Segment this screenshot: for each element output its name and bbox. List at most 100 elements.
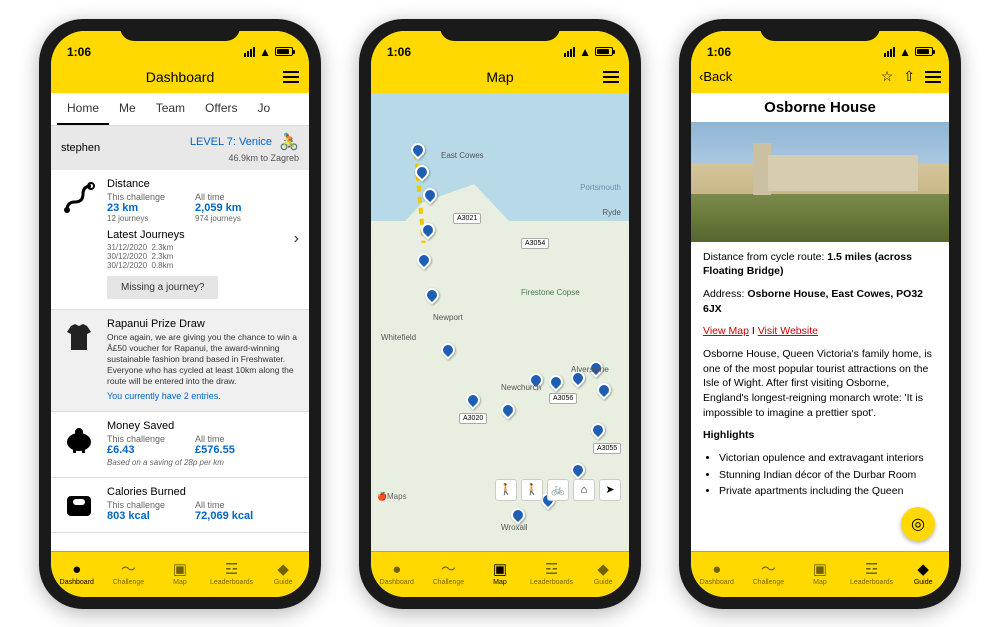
journey-row: 30/12/2020 2.3km <box>107 252 299 261</box>
star-icon[interactable]: ☆ <box>881 68 894 85</box>
tab-journeys[interactable]: Jo <box>248 93 281 125</box>
road-label: A3054 <box>521 238 549 249</box>
signal-icon <box>884 47 895 57</box>
nav-dashboard[interactable]: ●Dashboard <box>51 552 103 597</box>
top-bar: Map <box>371 61 629 93</box>
dashboard-content[interactable]: Distance This challenge 23 km 12 journey… <box>51 170 309 551</box>
nav-leaderboards[interactable]: ☲Leaderboards <box>846 552 898 597</box>
nav-challenge[interactable]: 〜Challenge <box>743 552 795 597</box>
visit-website-link[interactable]: Visit Website <box>758 325 818 337</box>
menu-icon[interactable] <box>925 71 941 83</box>
screen: 1:06 ▲ ‹Back ☆ ⇧ Osborne House Distance … <box>691 31 949 597</box>
place-label: Portsmouth <box>580 183 621 192</box>
back-button[interactable]: ‹Back <box>699 69 732 84</box>
nav-guide[interactable]: ◆Guide <box>577 552 629 597</box>
screen: 1:06 ▲ Map <box>371 31 629 597</box>
chart-icon: 〜 <box>121 562 136 577</box>
journey-row: 30/12/2020 0.8km <box>107 261 299 270</box>
guide-hero-image <box>691 122 949 242</box>
chevron-right-icon[interactable]: › <box>294 230 299 248</box>
nav-challenge[interactable]: 〜Challenge <box>423 552 475 597</box>
map-tool-walk[interactable]: 🚶 <box>521 479 543 501</box>
journey-row: 31/12/2020 2.3km <box>107 243 299 252</box>
map-tools: 🚶 🚶 🚲 ⌂ ➤ <box>495 479 621 501</box>
battery-icon <box>275 47 293 56</box>
tab-offers[interactable]: Offers <box>195 93 247 125</box>
latest-journeys: Latest Journeys 31/12/2020 2.3km 30/12/2… <box>107 229 299 270</box>
share-icon[interactable]: ⇧ <box>903 68 915 85</box>
route-icon <box>61 180 97 216</box>
nav-dashboard[interactable]: ●Dashboard <box>371 552 423 597</box>
menu-icon[interactable] <box>603 71 619 83</box>
prize-entries: You currently have 2 entries. <box>107 391 299 401</box>
nav-guide[interactable]: ◆Guide <box>257 552 309 597</box>
map-tool-bike[interactable]: 🚲 <box>547 479 569 501</box>
status-right: ▲ <box>244 45 293 59</box>
map-tool-locate[interactable]: ➤ <box>599 479 621 501</box>
nav-guide[interactable]: ◆Guide <box>897 552 949 597</box>
user-level: LEVEL 7: Venice 🚴 46.9km to Zagreb <box>190 132 299 164</box>
tshirt-icon <box>61 320 97 356</box>
guide-title: Osborne House <box>691 93 949 122</box>
wifi-icon: ▲ <box>899 45 911 59</box>
road-label: A3020 <box>459 413 487 424</box>
tab-me[interactable]: Me <box>109 93 146 125</box>
tab-home[interactable]: Home <box>57 93 109 125</box>
nav-challenge[interactable]: 〜Challenge <box>103 552 155 597</box>
nav-dashboard[interactable]: ●Dashboard <box>691 552 743 597</box>
place-label: Alverstone <box>571 365 609 374</box>
money-card[interactable]: Money Saved This challenge £6.43 All tim… <box>51 412 309 478</box>
distance-card[interactable]: Distance This challenge 23 km 12 journey… <box>51 170 309 310</box>
missing-journey-button[interactable]: Missing a journey? <box>107 276 218 299</box>
map-tool-figure[interactable]: 🚶 <box>495 479 517 501</box>
highlights-list: Victorian opulence and extravagant inter… <box>703 451 937 499</box>
status-time: 1:06 <box>707 45 731 59</box>
top-bar: Dashboard <box>51 61 309 93</box>
target-icon: ◎ <box>911 514 925 534</box>
guide-content[interactable]: Osborne House Distance from cycle route:… <box>691 93 949 551</box>
top-tabs: Home Me Team Offers Jo <box>51 93 309 126</box>
battery-icon <box>595 47 613 56</box>
road-label: A3021 <box>453 213 481 224</box>
phone-guide: 1:06 ▲ ‹Back ☆ ⇧ Osborne House Distance … <box>679 19 961 609</box>
top-bar: ‹Back ☆ ⇧ <box>691 61 949 93</box>
page-title: Map <box>486 69 513 85</box>
wifi-icon: ▲ <box>579 45 591 59</box>
fab-button[interactable]: ◎ <box>901 507 935 541</box>
prize-card[interactable]: Rapanui Prize Draw Once again, we are gi… <box>51 310 309 412</box>
place-label: Firestone Copse <box>521 288 580 297</box>
map-surface[interactable]: A3021 A3054 A3020 A3056 A3055 East Cowes… <box>371 93 629 551</box>
guide-body: Distance from cycle route: 1.5 miles (ac… <box>691 242 949 510</box>
route-line <box>371 93 629 243</box>
battery-icon <box>915 47 933 56</box>
nav-leaderboards[interactable]: ☲Leaderboards <box>206 552 258 597</box>
distance-heading: Distance <box>107 178 299 190</box>
scale-icon <box>61 488 97 524</box>
map-attribution: 🍎Maps <box>377 492 407 501</box>
map-icon: ▣ <box>173 562 187 577</box>
nav-leaderboards[interactable]: ☲Leaderboards <box>526 552 578 597</box>
nav-map[interactable]: ▣Map <box>154 552 206 597</box>
view-map-link[interactable]: View Map <box>703 325 749 337</box>
map-tool-home[interactable]: ⌂ <box>573 479 595 501</box>
phone-notch <box>120 19 240 41</box>
signal-icon <box>564 47 575 57</box>
calories-card[interactable]: Calories Burned This challenge 803 kcal … <box>51 478 309 533</box>
tab-team[interactable]: Team <box>146 93 195 125</box>
top-actions: ☆ ⇧ <box>881 68 941 85</box>
list-item: Stunning Indian décor of the Durbar Room <box>719 468 937 483</box>
status-time: 1:06 <box>387 45 411 59</box>
distance-all: All time 2,059 km 974 journeys <box>195 192 241 223</box>
menu-icon[interactable] <box>283 71 299 83</box>
nav-map[interactable]: ▣Map <box>794 552 846 597</box>
bottom-nav: ●Dashboard 〜Challenge ▣Map ☲Leaderboards… <box>691 551 949 597</box>
phone-dashboard: 1:06 ▲ Dashboard Home Me Team Offers Jo … <box>39 19 321 609</box>
signal-icon <box>244 47 255 57</box>
page-title: Dashboard <box>146 69 215 85</box>
nav-map[interactable]: ▣Map <box>474 552 526 597</box>
phone-notch <box>760 19 880 41</box>
road-label: A3055 <box>593 443 621 454</box>
list-item: Private apartments including the Queen <box>719 484 937 499</box>
screen: 1:06 ▲ Dashboard Home Me Team Offers Jo … <box>51 31 309 597</box>
status-time: 1:06 <box>67 45 91 59</box>
